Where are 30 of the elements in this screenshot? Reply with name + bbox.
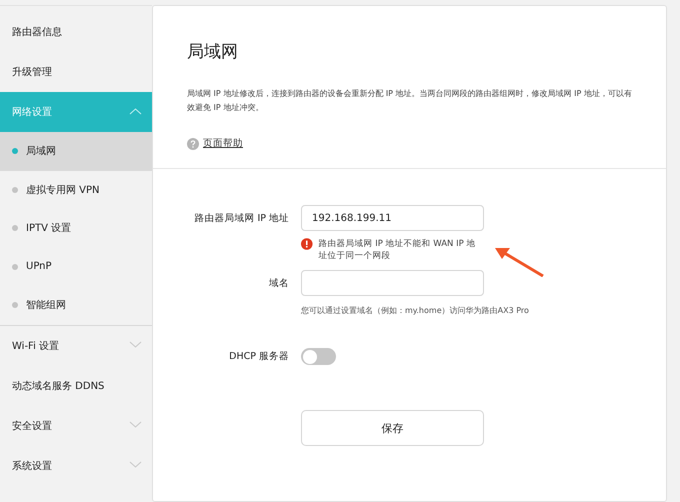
sidebar-item[interactable]: 升级管理 [0,52,152,92]
field-label: 域名 [268,276,289,290]
toggle-switch[interactable] [301,348,336,365]
help-icon [187,138,199,150]
sidebar-item[interactable]: Wi-Fi 设置 [0,326,152,366]
sidebar-subitem[interactable]: 虚拟专用网 VPN [0,170,152,209]
sidebar-item[interactable]: 动态域名服务 DDNS [0,366,152,406]
input-field[interactable]: 192.168.199.11 [301,205,484,231]
hint-text: 您可以通过设置域名（例如：my.home）访问华为路由AX3 Pro [301,305,529,316]
sidebar-subitem[interactable]: 智能组网 [0,286,152,324]
help-link[interactable]: 页面帮助 [187,137,243,150]
sidebar-item[interactable]: 路由器信息 [0,12,152,52]
chevron-icon [129,461,142,468]
sidebar-item[interactable]: 系统设置 [0,446,152,486]
sidebar-item[interactable]: 安全设置 [0,406,152,446]
page-title: 局域网 [187,41,238,63]
sidebar-subitem[interactable]: 局域网 [0,132,152,170]
sidebar-subitem[interactable]: IPTV 设置 [0,209,152,248]
input-field[interactable] [301,270,484,296]
chevron-icon [129,421,142,428]
chevron-icon [129,341,142,348]
description-text: 局域网 IP 地址修改后，连接到路由器的设备会重新分配 IP 地址。当两台同网段的路由器组网时，修改局域网 IP 地址，可以有效避免 IP 地址冲突。 [187,88,633,114]
error-message: 路由器局域网 IP 地址不能和 WAN IP 地址位于同一个网段 [318,238,476,262]
annotation-arrow [493,245,545,277]
sidebar-subitem[interactable]: UPnP [0,248,152,286]
field-label: 路由器局域网 IP 地址 [193,212,289,224]
field-label: DHCP 服务器 [228,350,289,363]
chevron-icon [129,108,142,114]
save-button[interactable]: 保存 [301,410,484,446]
error-icon [301,238,313,250]
